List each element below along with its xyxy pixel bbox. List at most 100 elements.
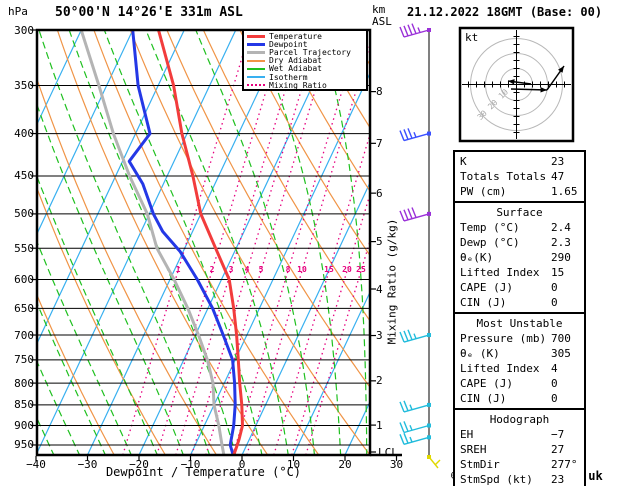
panel-row-label: Dewp (°C) <box>460 236 520 249</box>
panel-row: SREH 27 <box>455 442 584 457</box>
panel-row-label: Pressure (mb) <box>460 332 546 345</box>
km-tick-label: 5 <box>376 235 383 248</box>
panel-row-value: 305 <box>551 346 571 361</box>
pressure-tick-label: 300 <box>6 24 34 37</box>
panel-row: CIN (J) 0 <box>455 295 584 310</box>
panel-row: Lifted Index15 <box>455 265 584 280</box>
pressure-tick-label: 600 <box>6 273 34 286</box>
panel-row: CAPE (J) 0 <box>455 280 584 295</box>
panel-row-label: Lifted Index <box>460 362 539 375</box>
panel-row-label: EH <box>460 428 473 441</box>
panel-row-value: 27 <box>551 442 564 457</box>
mixing-ratio-value-label: 3 <box>229 265 234 274</box>
temp-tick-label: −30 <box>78 458 98 471</box>
temp-tick-label: 10 <box>287 458 300 471</box>
panel-row-value: 700 <box>551 331 571 346</box>
temp-tick-label: 0 <box>239 458 246 471</box>
pressure-gridlines <box>37 85 370 444</box>
pressure-tick-label: 850 <box>6 398 34 411</box>
panel-row: Lifted Index 4 <box>455 361 584 376</box>
panel-row-value: −7 <box>551 427 564 442</box>
panel-row-label: K <box>460 155 467 168</box>
temp-tick-label: −10 <box>181 458 201 471</box>
panel-row-value: 277° <box>551 457 578 472</box>
panel-row: StmSpd (kt)23 <box>455 472 584 486</box>
panel-row-value: 47 <box>551 169 564 184</box>
pressure-tick-label: 650 <box>6 302 34 315</box>
temp-tick-label: −40 <box>26 458 46 471</box>
mixing-ratio-value-label: 2 <box>210 265 215 274</box>
panel-row-value: 4 <box>551 361 558 376</box>
panel-row-value: 2.4 <box>551 220 571 235</box>
panel-row-value: 1.65 <box>551 184 578 199</box>
panel-row: θₑ (K)305 <box>455 346 584 361</box>
panel-box: Most UnstablePressure (mb)700θₑ (K)305Li… <box>453 312 586 410</box>
pressure-tick-label: 750 <box>6 353 34 366</box>
pressure-tick-label: 700 <box>6 329 34 342</box>
km-tick-label: 2 <box>376 374 383 387</box>
km-tick-label: 7 <box>376 137 383 150</box>
mixing-ratio-value-label: 25 <box>356 265 366 274</box>
panel-row: PW (cm) 1.65 <box>455 184 584 199</box>
pressure-tick-label: 400 <box>6 127 34 140</box>
km-tick-label: 3 <box>376 329 383 342</box>
panel-box-title: Hodograph <box>455 412 584 427</box>
panel-row-value: 0 <box>551 391 558 406</box>
pressure-tick-label: 550 <box>6 242 34 255</box>
legend-line-sample <box>247 35 265 38</box>
sounding-curves <box>81 30 242 455</box>
panel-row-label: CIN (J) <box>460 296 506 309</box>
panel-row-value: 290 <box>551 250 571 265</box>
legend-line-sample <box>247 43 265 46</box>
panel-row: CAPE (J) 0 <box>455 376 584 391</box>
plot-frame <box>31 30 402 461</box>
indices-panel: K23Totals Totals47PW (cm)1.65SurfaceTemp… <box>453 150 586 486</box>
date-label: 21.12.2022 18GMT (Base: 00) <box>407 5 602 19</box>
skewt-app: 102030 hPa 50°00'N 14°26'E 331m ASL 21.1… <box>0 0 629 486</box>
mixing-ratio-value-label: 10 <box>297 265 307 274</box>
panel-row-label: Totals Totals <box>460 170 546 183</box>
panel-row-value: 0 <box>551 280 558 295</box>
pressure-tick-label: 950 <box>6 438 34 451</box>
hodograph-unit-label: kt <box>465 31 478 44</box>
pressure-tick-label: 500 <box>6 207 34 220</box>
panel-row-value: 2.3 <box>551 235 571 250</box>
panel-row: StmDir277° <box>455 457 584 472</box>
km-tick-label: 4 <box>376 283 383 296</box>
km-axis-title: km ASL <box>372 4 398 28</box>
mixing-ratio-axis-title: Mixing Ratio (g/kg) <box>386 202 399 362</box>
panel-row-label: θₑ(K) <box>460 251 493 264</box>
panel-row-label: PW (cm) <box>460 185 506 198</box>
wind-barb-column <box>400 24 440 468</box>
mixing-ratio-value-label: 15 <box>324 265 334 274</box>
panel-row: K23 <box>455 154 584 169</box>
mixing-ratio-value-label: 5 <box>259 265 264 274</box>
mixing-ratio-value-label: 1 <box>176 265 181 274</box>
pressure-axis-unit: hPa <box>8 6 28 18</box>
panel-row: Pressure (mb) 700 <box>455 331 584 346</box>
panel-row-value: 0 <box>551 376 558 391</box>
legend-line-sample <box>247 68 265 70</box>
panel-box: SurfaceTemp (°C)2.4Dewp (°C)2.3θₑ(K)290L… <box>453 201 586 314</box>
panel-row-label: CAPE (J) <box>460 281 513 294</box>
panel-row: CIN (J) 0 <box>455 391 584 406</box>
pressure-tick-label: 450 <box>6 169 34 182</box>
panel-row-label: Temp (°C) <box>460 221 520 234</box>
mixing-ratio-value-label: 4 <box>245 265 250 274</box>
panel-row-label: SREH <box>460 443 487 456</box>
legend-line-sample <box>247 76 265 78</box>
panel-row-value: 23 <box>551 472 564 486</box>
panel-row-label: Lifted Index <box>460 266 539 279</box>
temp-tick-label: 20 <box>338 458 351 471</box>
panel-row-label: CIN (J) <box>460 392 506 405</box>
legend-line-sample <box>247 84 265 86</box>
panel-row: Temp (°C) 2.4 <box>455 220 584 235</box>
legend-line-sample <box>247 60 265 62</box>
panel-row-value: 0 <box>551 295 558 310</box>
panel-row-label: CAPE (J) <box>460 377 513 390</box>
hodograph: 102030 <box>460 28 573 141</box>
legend-item: Mixing Ratio <box>247 81 366 89</box>
legend-line-sample <box>247 51 265 54</box>
legend-item-label: Mixing Ratio <box>269 81 327 90</box>
panel-row: EH −7 <box>455 427 584 442</box>
